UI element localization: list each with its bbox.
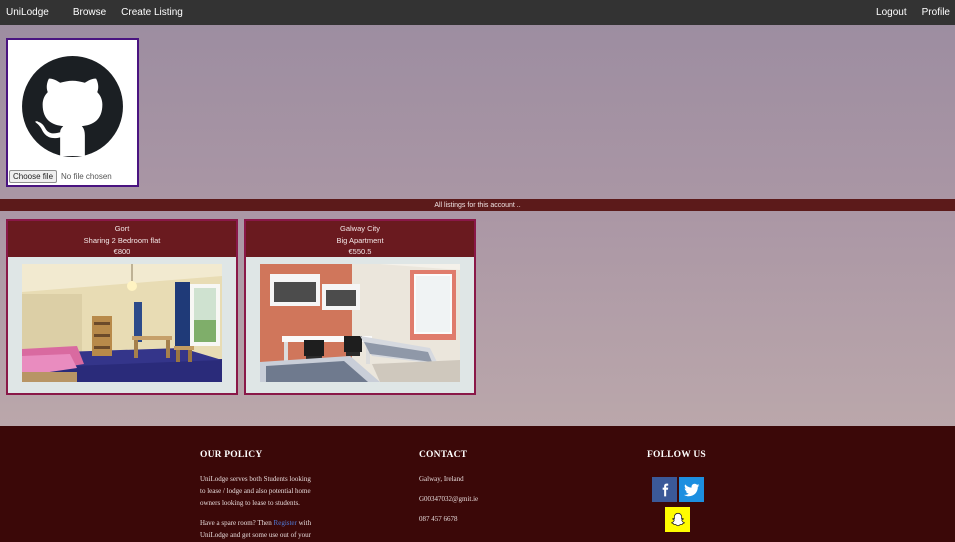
listing-title: Sharing 2 Bedroom flat [83, 235, 161, 245]
footer-policy-text: UniLodge serves both Students looking to… [200, 473, 340, 509]
file-upload-row: Choose file No file chosen [9, 170, 112, 183]
listing-price: €800 [113, 247, 131, 256]
policy-register-line: Have a spare room? Then Register with [200, 517, 360, 529]
policy-line: owners looking to lease to students. [200, 499, 300, 507]
github-icon [22, 56, 123, 157]
snapchat-icon [670, 512, 685, 526]
snapchat-button[interactable] [665, 507, 690, 532]
footer: OUR POLICY UniLodge serves both Students… [0, 426, 955, 542]
footer-follow-title: FOLLOW US [647, 450, 706, 460]
facebook-icon [662, 483, 668, 496]
nav-create-listing-link[interactable]: Create Listing [121, 7, 183, 18]
policy-line: to lease / lodge and also potential home [200, 487, 311, 495]
register-link[interactable]: Register [274, 519, 297, 527]
profile-avatar-box: Choose file No file chosen [6, 38, 139, 187]
listing-photo[interactable] [22, 264, 222, 382]
file-status-text: No file chosen [61, 172, 112, 181]
brand-link[interactable]: UniLodge [6, 7, 49, 18]
listing-title: Big Apartment [336, 235, 384, 245]
policy-line: UniLodge serves both Students looking [200, 475, 311, 483]
policy-line: UniLodge and get some use out of your [200, 531, 312, 539]
nav-left: UniLodge Browse Create Listing [0, 7, 183, 18]
choose-file-button[interactable]: Choose file [9, 170, 58, 183]
footer-policy-register-text: Have a spare room? Then Register with Un… [200, 517, 360, 541]
twitter-icon [683, 483, 699, 496]
listing-photo[interactable] [260, 264, 460, 382]
listing-card[interactable]: Galway City Big Apartment €550.5 [244, 219, 476, 395]
facebook-button[interactable] [652, 477, 677, 502]
listings-header-bar: All listings for this account .. [0, 199, 955, 211]
navbar: UniLodge Browse Create Listing Logout Pr… [0, 0, 955, 25]
listing-card-header: Galway City Big Apartment €550.5 [246, 221, 474, 257]
twitter-button[interactable] [679, 477, 704, 502]
listing-location: Gort [114, 224, 130, 233]
contact-email[interactable]: G00347032@gmit.ie [419, 493, 478, 505]
listing-price: €550.5 [348, 247, 372, 256]
contact-phone: 087 457 6678 [419, 515, 458, 523]
listing-location: Galway City [339, 224, 380, 233]
listing-card[interactable]: Gort Sharing 2 Bedroom flat €800 [6, 219, 238, 395]
policy-text: Have a spare room? Then [200, 519, 274, 527]
policy-text: with [296, 519, 312, 527]
nav-right: Logout Profile [876, 7, 955, 18]
nav-logout-link[interactable]: Logout [876, 7, 907, 18]
contact-address: Galway, Ireland [419, 475, 464, 483]
nav-profile-link[interactable]: Profile [922, 7, 950, 18]
nav-browse-link[interactable]: Browse [73, 7, 106, 18]
footer-policy-title: OUR POLICY [200, 450, 263, 460]
footer-contact-title: CONTACT [419, 450, 468, 460]
listing-card-header: Gort Sharing 2 Bedroom flat €800 [8, 221, 236, 257]
listings-header-text: All listings for this account .. [434, 201, 521, 209]
